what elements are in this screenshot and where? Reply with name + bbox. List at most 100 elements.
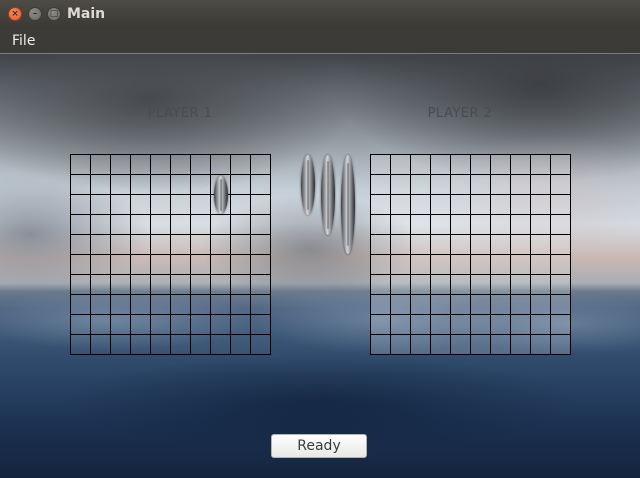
grid-cell[interactable] [411,215,431,235]
grid-cell[interactable] [71,295,91,315]
grid-cell[interactable] [491,255,511,275]
grid-cell[interactable] [91,255,111,275]
grid-cell[interactable] [451,255,471,275]
grid-cell[interactable] [371,215,391,235]
grid-cell[interactable] [391,235,411,255]
grid-cell[interactable] [551,255,571,275]
grid-cell[interactable] [171,155,191,175]
grid-cell[interactable] [171,295,191,315]
grid-cell[interactable] [471,275,491,295]
grid-cell[interactable] [211,155,231,175]
grid-cell[interactable] [131,315,151,335]
grid-cell[interactable] [491,315,511,335]
grid-cell[interactable] [411,195,431,215]
minimize-window-button[interactable]: – [28,7,42,21]
grid-cell[interactable] [411,315,431,335]
grid-cell[interactable] [531,175,551,195]
grid-cell[interactable] [431,155,451,175]
grid-cell[interactable] [551,335,571,355]
close-window-button[interactable]: × [8,7,22,21]
grid-cell[interactable] [371,335,391,355]
grid-cell[interactable] [411,335,431,355]
ship-available[interactable] [301,155,315,215]
grid-cell[interactable] [371,155,391,175]
grid-cell[interactable] [231,175,251,195]
grid-cell[interactable] [91,155,111,175]
grid-cell[interactable] [371,275,391,295]
grid-cell[interactable] [491,175,511,195]
grid-cell[interactable] [531,215,551,235]
grid-cell[interactable] [191,175,211,195]
grid-cell[interactable] [191,335,211,355]
grid-cell[interactable] [151,295,171,315]
grid-cell[interactable] [411,255,431,275]
grid-cell[interactable] [111,275,131,295]
grid-cell[interactable] [211,295,231,315]
grid-cell[interactable] [411,175,431,195]
grid-cell[interactable] [211,215,231,235]
grid-cell[interactable] [451,335,471,355]
grid-cell[interactable] [131,155,151,175]
grid-cell[interactable] [91,275,111,295]
grid-cell[interactable] [71,175,91,195]
grid-cell[interactable] [451,295,471,315]
grid-cell[interactable] [131,255,151,275]
grid-cell[interactable] [471,235,491,255]
grid-cell[interactable] [171,335,191,355]
grid-cell[interactable] [471,215,491,235]
grid-cell[interactable] [511,235,531,255]
grid-cell[interactable] [91,215,111,235]
grid-cell[interactable] [71,155,91,175]
grid-cell[interactable] [131,275,151,295]
grid-cell[interactable] [131,295,151,315]
grid-cell[interactable] [91,235,111,255]
grid-cell[interactable] [391,335,411,355]
grid-cell[interactable] [151,235,171,255]
grid-cell[interactable] [211,275,231,295]
grid-cell[interactable] [131,335,151,355]
grid-cell[interactable] [511,155,531,175]
grid-cell[interactable] [231,295,251,315]
grid-cell[interactable] [251,255,271,275]
grid-cell[interactable] [391,155,411,175]
grid-cell[interactable] [71,275,91,295]
grid-cell[interactable] [111,295,131,315]
grid-cell[interactable] [531,155,551,175]
grid-cell[interactable] [551,295,571,315]
grid-cell[interactable] [91,335,111,355]
grid-cell[interactable] [551,175,571,195]
grid-cell[interactable] [111,215,131,235]
grid-cell[interactable] [411,235,431,255]
grid-cell[interactable] [471,295,491,315]
grid-cell[interactable] [471,335,491,355]
grid-cell[interactable] [191,315,211,335]
grid-cell[interactable] [551,215,571,235]
grid-cell[interactable] [511,195,531,215]
grid-cell[interactable] [131,235,151,255]
grid-cell[interactable] [531,335,551,355]
grid-cell[interactable] [531,275,551,295]
grid-cell[interactable] [131,215,151,235]
grid-cell[interactable] [251,295,271,315]
grid-cell[interactable] [191,275,211,295]
grid-cell[interactable] [511,255,531,275]
grid-cell[interactable] [531,235,551,255]
grid-cell[interactable] [211,315,231,335]
grid-cell[interactable] [191,215,211,235]
grid-cell[interactable] [231,215,251,235]
grid-cell[interactable] [251,275,271,295]
grid-cell[interactable] [111,315,131,335]
grid-cell[interactable] [471,155,491,175]
grid-cell[interactable] [251,235,271,255]
grid-cell[interactable] [151,195,171,215]
grid-cell[interactable] [391,195,411,215]
grid-cell[interactable] [491,215,511,235]
grid-cell[interactable] [531,295,551,315]
grid-cell[interactable] [371,175,391,195]
grid-cell[interactable] [211,335,231,355]
grid-cell[interactable] [451,215,471,235]
grid-cell[interactable] [151,215,171,235]
grid-cell[interactable] [191,195,211,215]
grid-cell[interactable] [431,275,451,295]
grid-cell[interactable] [131,195,151,215]
